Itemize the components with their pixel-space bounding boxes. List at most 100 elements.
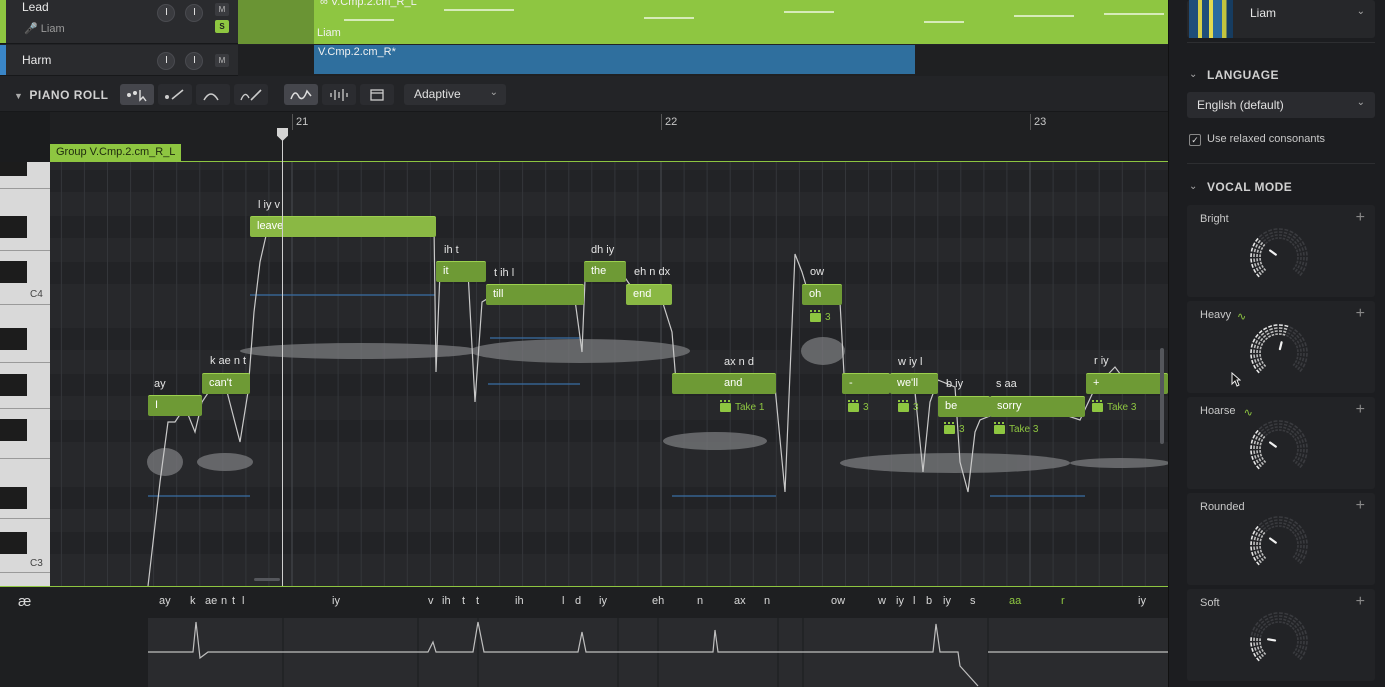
note-block[interactable]: oh bbox=[802, 284, 842, 305]
relaxed-consonants-checkbox[interactable]: ✓ Use relaxed consonants bbox=[1187, 132, 1375, 150]
take-badge[interactable]: 3 bbox=[810, 310, 831, 323]
phoneme-label[interactable]: iy bbox=[332, 595, 340, 607]
group-label[interactable]: Group V.Cmp.2.cm_R_L bbox=[50, 144, 182, 161]
checkbox-check-icon[interactable]: ✓ bbox=[1189, 134, 1201, 146]
note-block[interactable]: we'll bbox=[890, 373, 938, 394]
note-block[interactable]: sorry bbox=[990, 396, 1085, 417]
phoneme-label[interactable]: t bbox=[232, 595, 235, 607]
phoneme-label[interactable]: ax bbox=[734, 595, 746, 607]
phoneme-label[interactable]: d bbox=[575, 595, 581, 607]
phoneme-label[interactable]: n bbox=[697, 595, 703, 607]
horizontal-scrollbar[interactable] bbox=[254, 578, 280, 581]
black-key[interactable] bbox=[0, 216, 27, 238]
note-block[interactable]: and bbox=[672, 373, 776, 394]
note-block[interactable]: till bbox=[486, 284, 584, 305]
black-key[interactable] bbox=[0, 419, 27, 441]
phoneme-label[interactable]: ay bbox=[159, 595, 171, 607]
phoneme-label[interactable]: n bbox=[221, 595, 227, 607]
vocal-mode-knob[interactable] bbox=[1247, 513, 1311, 577]
mute-button[interactable]: M bbox=[215, 54, 229, 67]
note-block[interactable]: end bbox=[626, 284, 672, 305]
draw-pitch-tool-button[interactable] bbox=[234, 84, 268, 105]
add-mode-icon[interactable]: + bbox=[1356, 497, 1365, 515]
vocal-mode-knob[interactable] bbox=[1247, 609, 1311, 673]
pan-knob[interactable] bbox=[185, 52, 203, 70]
note-grid[interactable]: I ay can't k ae n t leave l iy v it ih t… bbox=[50, 162, 1168, 586]
phoneme-label[interactable]: ih bbox=[515, 595, 524, 607]
timeline-view-toggle[interactable] bbox=[360, 84, 394, 105]
track-name[interactable]: Lead bbox=[22, 0, 49, 14]
pitch-view-toggle[interactable] bbox=[284, 84, 318, 105]
waveform-view-toggle[interactable] bbox=[322, 84, 356, 105]
phoneme-label[interactable]: l bbox=[562, 595, 564, 607]
take-badge[interactable]: 3 bbox=[944, 422, 965, 435]
language-section-title[interactable]: LANGUAGE bbox=[1207, 68, 1279, 82]
select-tool-button[interactable] bbox=[120, 84, 154, 105]
take-badge[interactable]: Take 1 bbox=[720, 400, 764, 413]
phoneme-label[interactable]: iy bbox=[896, 595, 904, 607]
phoneme-label[interactable]: r bbox=[1061, 595, 1065, 607]
piano-keyboard[interactable]: C4 C3 bbox=[0, 162, 50, 586]
phoneme-label[interactable]: b bbox=[926, 595, 932, 607]
black-key[interactable] bbox=[0, 374, 27, 396]
draw-note-tool-button[interactable] bbox=[158, 84, 192, 105]
mute-button[interactable]: M bbox=[215, 3, 229, 16]
phoneme-label[interactable]: l bbox=[242, 595, 244, 607]
phoneme-label[interactable]: n bbox=[764, 595, 770, 607]
black-key[interactable] bbox=[0, 162, 27, 176]
volume-knob[interactable] bbox=[157, 4, 175, 22]
chevron-down-icon[interactable]: ⌄ bbox=[1189, 69, 1197, 80]
phoneme-lane[interactable]: æ ay k ae n t l iy v ih t t ih l d iy eh… bbox=[0, 586, 1168, 687]
phoneme-label[interactable]: t bbox=[476, 595, 479, 607]
phoneme-label[interactable]: ih bbox=[442, 595, 451, 607]
note-block[interactable]: the bbox=[584, 261, 626, 282]
phoneme-label[interactable]: l bbox=[913, 595, 915, 607]
black-key[interactable] bbox=[0, 532, 27, 554]
track-header-lead[interactable]: Lead 🎤 Liam M S bbox=[0, 0, 238, 44]
phoneme-label[interactable]: k bbox=[190, 595, 196, 607]
phoneme-label[interactable]: t bbox=[462, 595, 465, 607]
track-lane-lead[interactable]: ∞ V.Cmp.2.cm_R_L Liam bbox=[238, 0, 1168, 44]
timeline-ruler[interactable]: 21 22 23 Group V.Cmp.2.cm_R_L bbox=[50, 112, 1168, 162]
note-block[interactable]: it bbox=[436, 261, 486, 282]
clip-harm[interactable]: V.Cmp.2.cm_R* bbox=[314, 45, 915, 74]
phoneme-label[interactable]: iy bbox=[1138, 595, 1146, 607]
pan-knob[interactable] bbox=[185, 4, 203, 22]
vocal-mode-section-title[interactable]: VOCAL MODE bbox=[1207, 180, 1292, 194]
phoneme-label[interactable]: w bbox=[878, 595, 886, 607]
add-mode-icon[interactable]: + bbox=[1356, 305, 1365, 323]
track-lane-harm[interactable]: V.Cmp.2.cm_R* bbox=[238, 45, 1168, 76]
track-header-harm[interactable]: Harm M bbox=[0, 45, 238, 76]
take-badge[interactable]: 3 bbox=[848, 400, 869, 413]
language-select[interactable]: English (default) ⌄ bbox=[1187, 92, 1375, 118]
take-badge[interactable]: 3 bbox=[898, 400, 919, 413]
note-block[interactable]: - bbox=[842, 373, 890, 394]
note-block[interactable]: can't bbox=[202, 373, 250, 394]
note-block[interactable]: + bbox=[1086, 373, 1168, 394]
track-name[interactable]: Harm bbox=[22, 53, 51, 67]
vertical-scrollbar[interactable] bbox=[1160, 348, 1164, 444]
clip-lead[interactable]: ∞ V.Cmp.2.cm_R_L Liam bbox=[314, 0, 1168, 44]
note-block[interactable]: leave bbox=[250, 216, 436, 237]
black-key[interactable] bbox=[0, 328, 27, 350]
vocal-mode-knob[interactable] bbox=[1247, 417, 1311, 481]
piano-roll-title[interactable]: ▼ PIANO ROLL bbox=[14, 88, 108, 102]
pitch-tool-button[interactable] bbox=[196, 84, 230, 105]
phoneme-label[interactable]: v bbox=[428, 595, 434, 607]
singer-select[interactable]: Liam ⌄ bbox=[1187, 0, 1375, 38]
add-mode-icon[interactable]: + bbox=[1356, 209, 1365, 227]
black-key[interactable] bbox=[0, 261, 27, 283]
clip-lead-previous[interactable] bbox=[238, 0, 314, 44]
phoneme-label[interactable]: eh bbox=[652, 595, 664, 607]
snap-mode-select[interactable]: Adaptive ⌄ bbox=[404, 84, 506, 105]
phoneme-label[interactable]: s bbox=[970, 595, 976, 607]
note-block[interactable]: I bbox=[148, 395, 202, 416]
phoneme-label[interactable]: iy bbox=[599, 595, 607, 607]
vocal-mode-knob[interactable] bbox=[1247, 225, 1311, 289]
take-badge[interactable]: Take 3 bbox=[994, 422, 1038, 435]
phoneme-label[interactable]: aa bbox=[1009, 595, 1021, 607]
phoneme-label[interactable]: ow bbox=[831, 595, 845, 607]
note-block[interactable]: be bbox=[938, 396, 990, 417]
solo-button[interactable]: S bbox=[215, 20, 229, 33]
vocal-mode-knob[interactable] bbox=[1247, 321, 1311, 385]
